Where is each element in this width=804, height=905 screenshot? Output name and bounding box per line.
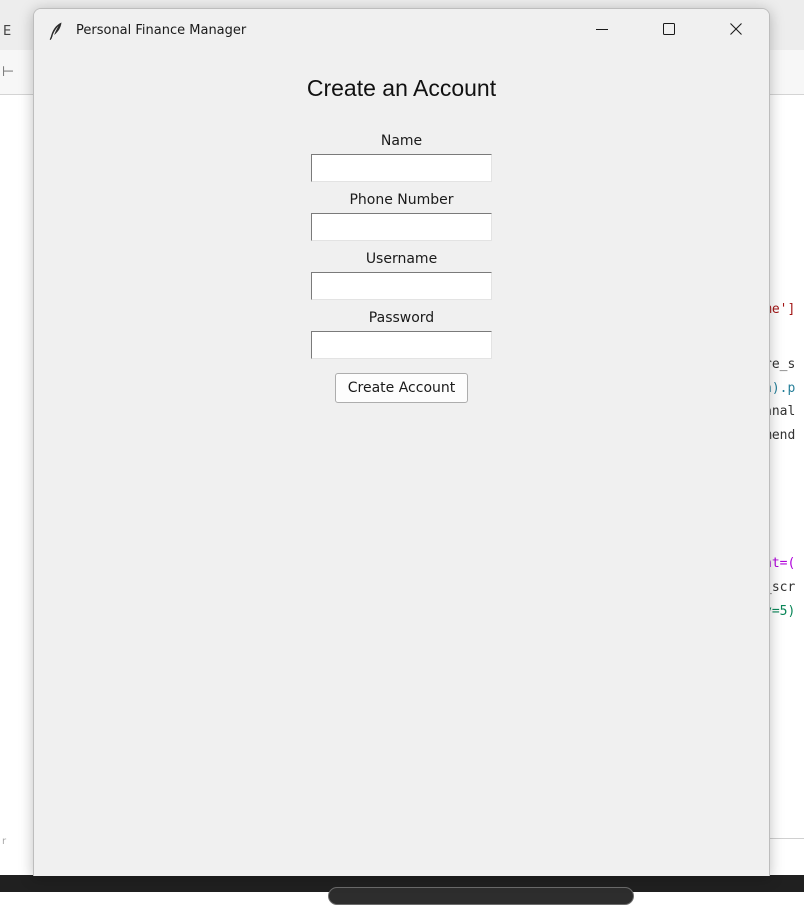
username-label: Username bbox=[365, 251, 438, 267]
app-window: Personal Finance Manager Create an Accou… bbox=[33, 8, 770, 876]
password-field[interactable] bbox=[311, 331, 492, 359]
window-titlebar[interactable]: Personal Finance Manager bbox=[34, 9, 769, 55]
background-gutter-marker: r bbox=[2, 836, 7, 847]
create-account-button[interactable]: Create Account bbox=[335, 373, 468, 403]
page-title: Create an Account bbox=[306, 75, 497, 101]
background-toolbar-icon: ⊢ bbox=[2, 64, 15, 80]
close-icon bbox=[730, 23, 742, 35]
maximize-icon bbox=[663, 23, 675, 35]
maximize-button[interactable] bbox=[646, 9, 692, 49]
window-content: Create an Account Name Phone Number User… bbox=[34, 55, 769, 876]
name-label: Name bbox=[380, 133, 423, 149]
feather-icon bbox=[49, 22, 62, 41]
phone-number-field[interactable] bbox=[311, 213, 492, 241]
minimize-icon bbox=[596, 29, 608, 30]
window-title: Personal Finance Manager bbox=[76, 23, 247, 38]
background-menu-letter: E bbox=[3, 24, 12, 39]
username-field[interactable] bbox=[311, 272, 492, 300]
taskbar-search-box[interactable] bbox=[328, 887, 634, 905]
phone-number-label: Phone Number bbox=[349, 192, 454, 208]
name-field[interactable] bbox=[311, 154, 492, 182]
minimize-button[interactable] bbox=[579, 9, 625, 49]
close-button[interactable] bbox=[713, 9, 759, 49]
password-label: Password bbox=[368, 310, 435, 326]
